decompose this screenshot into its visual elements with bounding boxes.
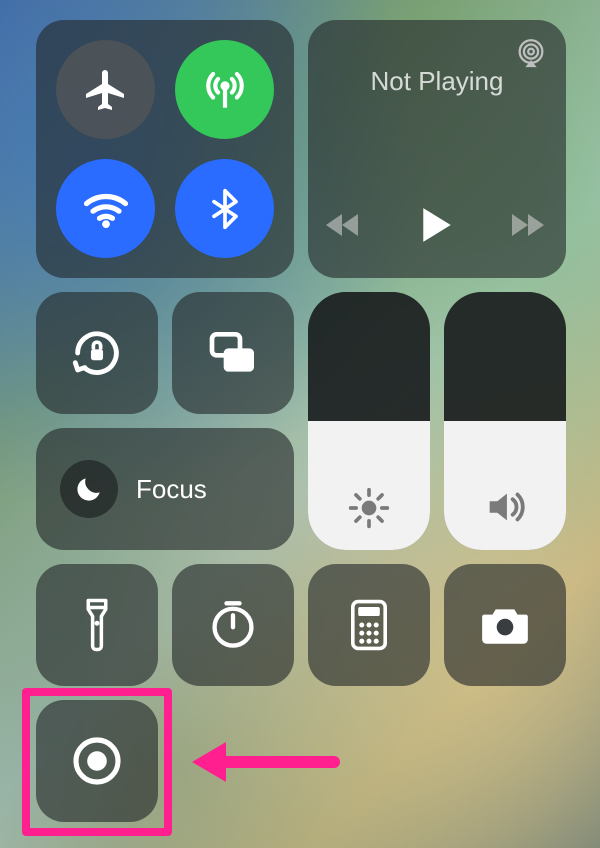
airplay-icon — [514, 36, 548, 70]
focus-button[interactable]: Focus — [36, 428, 294, 550]
volume-slider[interactable] — [444, 292, 566, 550]
rewind-icon — [324, 210, 364, 240]
airplay-button[interactable] — [514, 36, 548, 70]
fast-forward-icon — [510, 210, 550, 240]
screen-mirroring-icon — [205, 325, 261, 381]
brightness-slider[interactable] — [308, 292, 430, 550]
flashlight-button[interactable] — [36, 564, 158, 686]
volume-icon — [482, 484, 528, 530]
screen-mirroring-button[interactable] — [172, 292, 294, 414]
cellular-data-toggle[interactable] — [175, 40, 274, 139]
play-button[interactable] — [420, 206, 454, 244]
bluetooth-toggle[interactable] — [175, 159, 274, 258]
timer-icon — [207, 599, 259, 651]
connectivity-panel — [36, 20, 294, 278]
orientation-lock-icon — [68, 324, 126, 382]
timer-button[interactable] — [172, 564, 294, 686]
focus-label: Focus — [136, 474, 207, 505]
calculator-icon — [347, 598, 391, 652]
annotation-arrow-icon — [184, 732, 344, 792]
fast-forward-button[interactable] — [510, 210, 550, 240]
wifi-toggle[interactable] — [56, 159, 155, 258]
orientation-lock-button[interactable] — [36, 292, 158, 414]
airplane-mode-toggle[interactable] — [56, 40, 155, 139]
focus-icon-circle — [60, 460, 118, 518]
brightness-icon — [347, 486, 391, 530]
media-controls — [324, 206, 550, 244]
calculator-button[interactable] — [308, 564, 430, 686]
flashlight-icon — [76, 597, 118, 653]
bluetooth-icon — [203, 187, 247, 231]
camera-icon — [478, 603, 532, 647]
wifi-icon — [80, 183, 132, 235]
moon-icon — [73, 473, 105, 505]
camera-button[interactable] — [444, 564, 566, 686]
rewind-button[interactable] — [324, 210, 364, 240]
now-playing-label: Not Playing — [371, 66, 504, 97]
now-playing-panel[interactable]: Not Playing — [308, 20, 566, 278]
annotation-highlight-box — [22, 688, 172, 836]
airplane-icon — [82, 66, 130, 114]
antenna-icon — [200, 65, 250, 115]
play-icon — [420, 206, 454, 244]
